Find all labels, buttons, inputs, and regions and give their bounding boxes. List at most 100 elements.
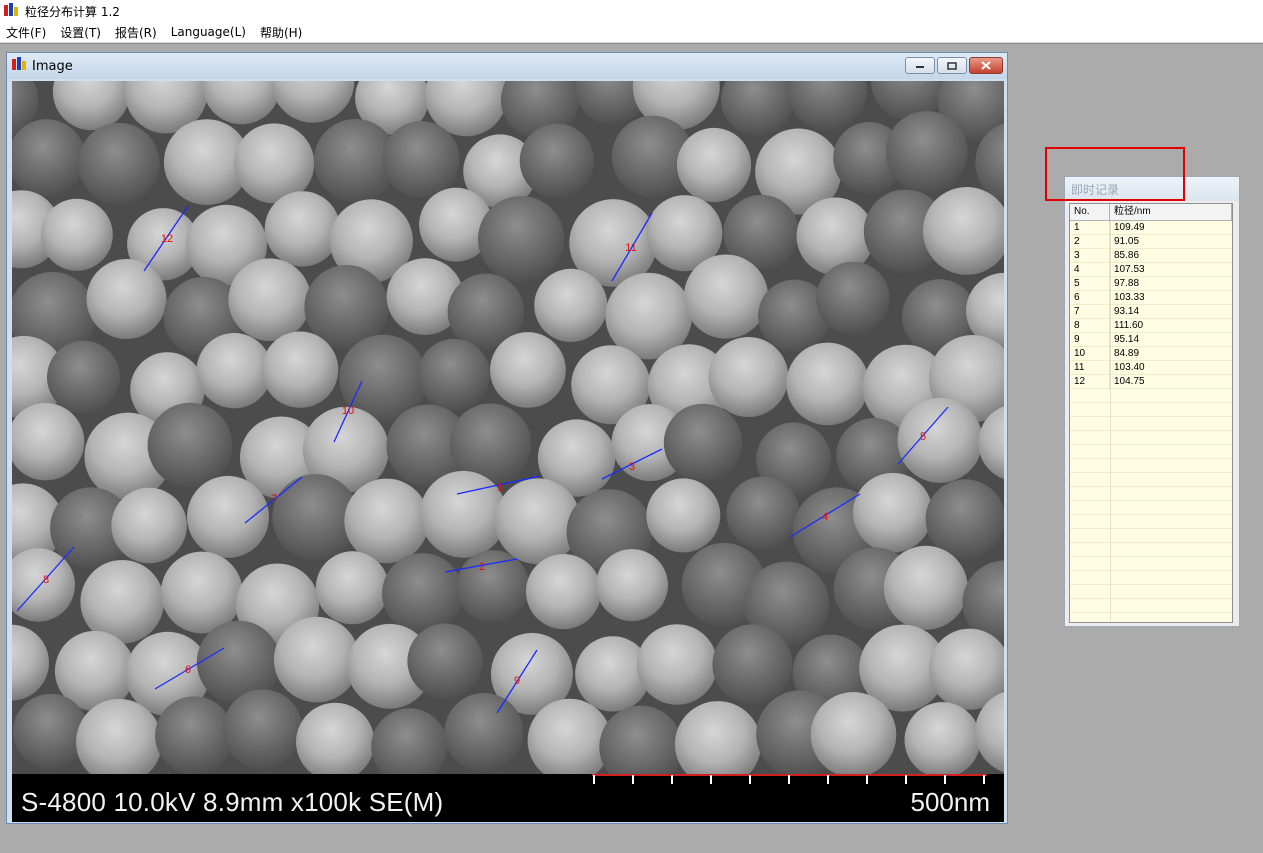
particle: [456, 550, 530, 624]
particle: [596, 549, 668, 622]
table-row[interactable]: 3 85.86: [1070, 249, 1232, 263]
row-size: 84.89: [1114, 348, 1140, 359]
restore-button[interactable]: [937, 57, 967, 74]
table-row[interactable]: 9 95.14: [1070, 333, 1232, 347]
particle: [636, 624, 718, 705]
particle: [13, 693, 89, 770]
measurement-label: 10: [342, 405, 354, 417]
particle: [646, 478, 721, 553]
particle: [344, 478, 429, 564]
window-controls: [905, 57, 1003, 74]
table-row[interactable]: 5 97.88: [1070, 277, 1232, 291]
row-number: 5: [1070, 277, 1110, 291]
row-number: 2: [1070, 235, 1110, 249]
particle: [708, 337, 789, 417]
sem-image: 123456789101112: [12, 81, 1004, 774]
particle: [160, 551, 243, 634]
row-number: 1: [1070, 221, 1110, 235]
measurement-label: 9: [514, 675, 520, 687]
row-number: 6: [1070, 291, 1110, 305]
measurement-label: 8: [43, 574, 49, 586]
table-row[interactable]: 8 111.60: [1070, 319, 1232, 333]
measurement-label: 7: [271, 493, 277, 505]
table-row[interactable]: 2 91.05: [1070, 235, 1232, 249]
record-table[interactable]: No. 粒径/nm 1 109.49 2 91.05 3 85.86 4 107.53 5 97.…: [1069, 203, 1233, 623]
row-size: 111.60: [1114, 320, 1144, 331]
table-row[interactable]: 6 103.33: [1070, 291, 1232, 305]
row-number: 3: [1070, 249, 1110, 263]
table-row[interactable]: 4 107.53: [1070, 263, 1232, 277]
mdi-divider: [0, 43, 1263, 44]
particle: [196, 333, 272, 409]
row-size: 95.14: [1114, 334, 1140, 345]
particle: [444, 693, 524, 772]
particle: [315, 551, 389, 625]
menu-bar: 文件(F) 设置(T) 报告(R) Language(L) 帮助(H): [0, 22, 1263, 43]
particle: [40, 198, 113, 271]
row-number: 11: [1070, 361, 1110, 375]
row-size: 103.33: [1114, 292, 1145, 303]
record-table-header: No. 粒径/nm: [1070, 204, 1232, 221]
measurement-label: 3: [629, 461, 635, 473]
minimize-button[interactable]: [905, 57, 935, 74]
row-size: 104.75: [1114, 376, 1145, 387]
menu-settings[interactable]: 设置(T): [53, 24, 108, 41]
particle: [78, 122, 160, 205]
particle: [111, 487, 187, 564]
app-logo-icon: [3, 2, 19, 21]
menu-language[interactable]: Language(L): [164, 25, 253, 39]
image-window-titlebar[interactable]: Image: [7, 53, 1007, 79]
particle: [382, 121, 460, 199]
particle: [534, 268, 608, 342]
app-title: 粒径分布计算 1.2: [25, 4, 120, 19]
record-window[interactable]: 即时记录 No. 粒径/nm 1 109.49 2 91.05 3 85.86 4 107.5…: [1064, 176, 1240, 627]
particle: [382, 553, 463, 634]
table-row[interactable]: 1 109.49: [1070, 221, 1232, 235]
measurement-label: 11: [625, 242, 636, 254]
particle: [810, 692, 897, 774]
scale-bar: [592, 774, 987, 784]
particle: [407, 623, 483, 699]
table-row[interactable]: 11 103.40: [1070, 361, 1232, 375]
particle: [853, 472, 933, 553]
measurement-label: 12: [161, 233, 173, 245]
measurement-label: 5: [920, 431, 926, 443]
table-row[interactable]: 12 104.75: [1070, 375, 1232, 389]
table-row[interactable]: 7 93.14: [1070, 305, 1232, 319]
particle: [925, 479, 1004, 559]
column-header-size[interactable]: 粒径/nm: [1110, 204, 1232, 220]
row-number: 12: [1070, 375, 1110, 389]
sem-caption: S-4800 10.0kV 8.9mm x100k SE(M): [21, 787, 444, 817]
row-number: 10: [1070, 347, 1110, 361]
sem-image-canvas[interactable]: 1 2 3 4 5 6 7 8 9 10 11 12 S-4800 10.0kV 8.9mm x100…: [12, 81, 1004, 822]
particle: [147, 402, 233, 488]
row-size: 103.40: [1114, 362, 1145, 373]
highlight-annotation-box: [1045, 147, 1185, 201]
menu-help[interactable]: 帮助(H): [253, 24, 309, 41]
app-titlebar: 粒径分布计算 1.2: [0, 0, 1263, 22]
particle: [273, 616, 360, 703]
minimize-icon: [916, 65, 924, 68]
close-button[interactable]: [969, 57, 1003, 74]
particle: [478, 196, 565, 283]
particle: [47, 340, 120, 414]
row-number: 8: [1070, 319, 1110, 333]
column-header-no[interactable]: No.: [1070, 204, 1110, 220]
particle: [86, 259, 167, 339]
row-number: 9: [1070, 333, 1110, 347]
particle: [228, 258, 311, 341]
particle: [419, 470, 507, 558]
image-window[interactable]: Image 1 2 3 4 5 6 7 8 9 10 11 12 S-4800 …: [6, 52, 1008, 824]
menu-report[interactable]: 报告(R): [108, 24, 164, 41]
measurement-label: 4: [822, 511, 828, 523]
restore-icon: [947, 61, 957, 70]
scale-label: 500nm: [910, 787, 991, 817]
table-row[interactable]: 10 84.89: [1070, 347, 1232, 361]
particle: [663, 403, 743, 483]
measurement-label: 2: [479, 561, 485, 573]
menu-file[interactable]: 文件(F): [0, 24, 53, 41]
row-size: 109.49: [1114, 222, 1145, 233]
measurement-label: 6: [185, 664, 191, 676]
particle: [525, 554, 602, 630]
measurement-label: 1: [497, 482, 503, 494]
